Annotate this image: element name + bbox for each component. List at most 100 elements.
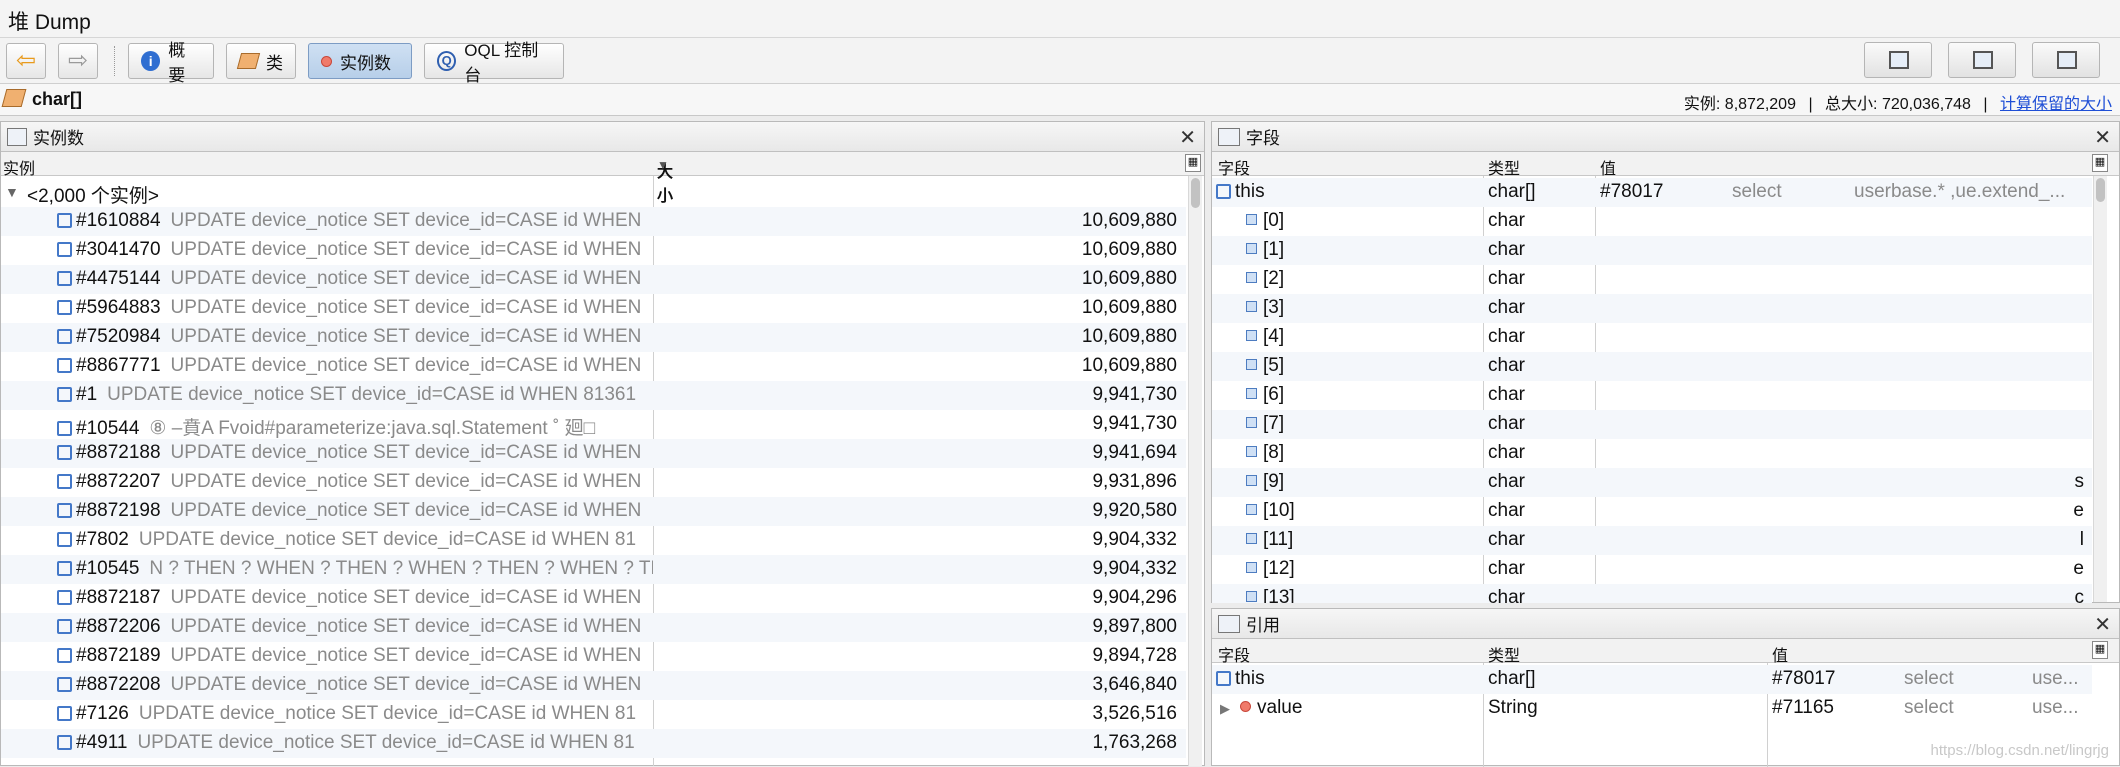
instance-row[interactable]: #8872198 UPDATE device_notice SET device_… (1, 497, 1186, 526)
instance-row[interactable]: #5964883 UPDATE device_notice SET device_… (1, 294, 1186, 323)
expand-triangle-icon[interactable]: ▶ (1220, 701, 1230, 716)
field-type: char (1488, 500, 1525, 521)
back-arrow-icon: ⇦ (15, 47, 37, 74)
field-row-this[interactable]: this char[] #78017 select userbase.* ,ue… (1212, 178, 2092, 207)
instances-panel-icon (7, 127, 27, 146)
primitive-field-icon (1246, 272, 1257, 283)
field-type: char (1488, 210, 1525, 231)
instance-cell: #1610884 UPDATE device_notice SET device_… (57, 210, 653, 232)
instance-row[interactable]: #4475144 UPDATE device_notice SET device_… (1, 265, 1186, 294)
field-value: e (2073, 558, 2084, 579)
field-name: [13] (1246, 587, 1295, 603)
col-field-header[interactable]: 字段 (1218, 642, 1250, 666)
field-name: [11] (1246, 529, 1293, 551)
field-row[interactable]: [6] char (1212, 381, 2092, 410)
field-row[interactable]: [4] char (1212, 323, 2092, 352)
primitive-field-icon (1246, 504, 1257, 515)
instance-row[interactable]: #1 UPDATE device_notice SET device_id=CAS… (1, 381, 1186, 410)
window-title: 堆 Dump (8, 11, 91, 34)
tree-view-button[interactable] (1948, 42, 2016, 78)
array-icon (1216, 184, 1231, 199)
table-view-button[interactable] (1864, 42, 1932, 78)
collapse-triangle-icon[interactable]: ▼ (5, 184, 19, 200)
instance-group-row[interactable]: ▼ <2,000 个实例> (1, 178, 1186, 207)
column-chooser-icon[interactable]: ▦ (2092, 154, 2108, 172)
fields-panel-title: 字段 (1246, 129, 1280, 148)
instances-scrollbar[interactable] (1188, 176, 1202, 766)
reference-row[interactable]: ▶ value String #71165 select use... (1212, 694, 2092, 723)
field-row[interactable]: [3] char (1212, 294, 2092, 323)
field-name: [5] (1246, 355, 1284, 377)
hierarchy-view-button[interactable] (2032, 42, 2100, 78)
field-row[interactable]: [13] char c (1212, 584, 2092, 603)
tab-instances[interactable]: 实例数 (308, 43, 412, 79)
instance-preview: UPDATE device_notice SET device_id=CASE … (170, 587, 642, 608)
compute-retained-size-link[interactable]: 计算保留的大小 (2000, 96, 2112, 113)
col-instance-header[interactable]: 实例 (3, 155, 35, 179)
field-row[interactable]: [11] char l (1212, 526, 2092, 555)
tab-oql-console[interactable]: Q OQL 控制台 (424, 41, 564, 85)
instance-row[interactable]: #7802 UPDATE device_notice SET device_id=… (1, 526, 1186, 555)
instance-size: 3,646,840 (1092, 674, 1177, 695)
field-row[interactable]: [8] char (1212, 439, 2092, 468)
reference-row[interactable]: this char[] #78017 select use... (1212, 665, 2092, 694)
array-icon (57, 677, 72, 692)
instance-id: #8872208 (76, 674, 161, 695)
scrollbar-thumb[interactable] (1191, 178, 1200, 208)
field-name: [3] (1246, 297, 1284, 319)
instance-row[interactable]: #8872207 UPDATE device_notice SET device_… (1, 468, 1186, 497)
col-type-header[interactable]: 类型 (1488, 155, 1520, 179)
sort-desc-icon: ▼ (657, 158, 669, 172)
forward-button[interactable]: ⇨ (58, 43, 98, 79)
field-name: [4] (1246, 326, 1284, 348)
fields-scrollbar[interactable] (2093, 176, 2107, 602)
instance-id: #3041470 (76, 239, 161, 260)
instance-size: 3,526,516 (1092, 703, 1177, 724)
back-button[interactable]: ⇦ (6, 43, 46, 79)
field-row[interactable]: [7] char (1212, 410, 2092, 439)
instance-row[interactable]: #7520984 UPDATE device_notice SET device_… (1, 323, 1186, 352)
field-row[interactable]: [12] char e (1212, 555, 2092, 584)
field-row[interactable]: [9] char s (1212, 468, 2092, 497)
instance-row[interactable]: #8872188 UPDATE device_notice SET device_… (1, 439, 1186, 468)
close-icon[interactable]: ✕ (1179, 125, 1196, 150)
field-row[interactable]: [2] char (1212, 265, 2092, 294)
instance-row[interactable]: #8872206 UPDATE device_notice SET device_… (1, 613, 1186, 642)
field-row[interactable]: [5] char (1212, 352, 2092, 381)
reference-preview-tail: use... (2032, 697, 2079, 718)
instance-row[interactable]: #3041470 UPDATE device_notice SET device_… (1, 236, 1186, 265)
col-field-header[interactable]: 字段 (1218, 155, 1250, 179)
col-value-header[interactable]: 值 (1772, 642, 1788, 666)
primitive-field-icon (1246, 533, 1257, 544)
field-name-label: [8] (1263, 442, 1285, 463)
primitive-field-icon (1246, 388, 1257, 399)
col-value-header[interactable]: 值 (1600, 155, 1616, 179)
col-type-header[interactable]: 类型 (1488, 642, 1520, 666)
tab-classes[interactable]: 类 (226, 43, 296, 79)
array-icon (57, 648, 72, 663)
instance-row[interactable]: #8872187 UPDATE device_notice SET device_… (1, 584, 1186, 613)
column-chooser-icon[interactable]: ▦ (2092, 641, 2108, 659)
close-icon[interactable]: ✕ (2094, 612, 2111, 637)
field-name-label: [2] (1263, 268, 1285, 289)
close-icon[interactable]: ✕ (2094, 125, 2111, 150)
instance-row[interactable]: #10544 ⑧ –賁A Fvoid#parameterize:java.sql.… (1, 410, 1186, 439)
instance-row[interactable]: #1610884 UPDATE device_notice SET device_… (1, 207, 1186, 236)
scrollbar-thumb[interactable] (2096, 178, 2105, 202)
instance-row[interactable]: #8872208 UPDATE device_notice SET device_… (1, 671, 1186, 700)
instance-row[interactable]: #7126 UPDATE device_notice SET device_id=… (1, 700, 1186, 729)
total-size: 总大小: 720,036,748 (1825, 96, 1971, 113)
field-row[interactable]: [0] char (1212, 207, 2092, 236)
instance-row[interactable]: #4911 UPDATE device_notice SET device_id=… (1, 729, 1186, 758)
array-icon (57, 421, 72, 436)
tab-summary[interactable]: i 概要 (128, 41, 214, 85)
array-icon (57, 358, 72, 373)
field-row[interactable]: [10] char e (1212, 497, 2092, 526)
column-chooser-icon[interactable]: ▦ (1185, 154, 1201, 172)
instance-row[interactable]: #8872189 UPDATE device_notice SET device_… (1, 642, 1186, 671)
instance-cell: #8872188 UPDATE device_notice SET device_… (57, 442, 653, 464)
field-name-label: [7] (1263, 413, 1285, 434)
field-row[interactable]: [1] char (1212, 236, 2092, 265)
instance-row[interactable]: #10545 N ? THEN ? WHEN ? THEN ? WHEN ? TH… (1, 555, 1186, 584)
instance-row[interactable]: #8867771 UPDATE device_notice SET device_… (1, 352, 1186, 381)
